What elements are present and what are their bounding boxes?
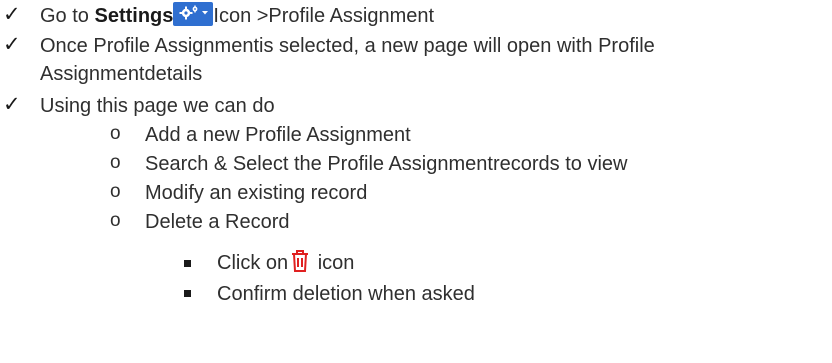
settings-label: Settings [94, 5, 174, 27]
sub-list-item: Search & Select the Profile Assignmentre… [145, 152, 627, 176]
item-text-line1: Once Profile Assignmentis selected, a ne… [40, 35, 655, 57]
sub-list-item: Add a new Profile Assignment [145, 123, 411, 147]
click-on-text: Click on [217, 252, 289, 274]
sub-item-text: Search & Select the Profile Assignmentre… [145, 153, 628, 175]
sub-list-item: Delete a Record [145, 210, 290, 234]
checkmark-icon: ✓ [3, 92, 21, 116]
list-item-continuation: Assignmentdetails [40, 62, 202, 86]
icon-word: icon [317, 252, 355, 274]
sub-bullet-icon: o [110, 181, 121, 202]
delete-step: Confirm deletion when asked [217, 282, 475, 306]
list-item: Go to Settings Icon >Profile Assignment [40, 2, 435, 28]
sub-item-text: Add a new Profile Assignment [145, 124, 411, 146]
item-text: Using this page we can do [40, 95, 275, 117]
list-item: Using this page we can do [40, 94, 275, 118]
item-text-prefix: Go to [40, 5, 95, 27]
settings-gear-dropdown-icon [173, 2, 214, 26]
document-page: ✓ Go to Settings Icon >Profile Assignmen… [0, 0, 832, 363]
square-bullet-icon [184, 260, 191, 267]
sub-list-item: Modify an existing record [145, 181, 367, 205]
item-text-suffix: Icon >Profile Assignment [213, 5, 435, 27]
checkmark-icon: ✓ [3, 2, 21, 26]
confirm-text: Confirm deletion when asked [217, 283, 475, 305]
checkmark-icon: ✓ [3, 32, 21, 56]
item-text-line2: Assignmentdetails [40, 63, 203, 85]
delete-step: Click on icon [217, 250, 355, 275]
square-bullet-icon [184, 290, 191, 297]
sub-bullet-icon: o [110, 123, 121, 144]
list-item: Once Profile Assignmentis selected, a ne… [40, 34, 655, 58]
trash-icon [288, 247, 312, 275]
sub-item-text: Modify an existing record [145, 182, 368, 204]
sub-bullet-icon: o [110, 152, 121, 173]
sub-bullet-icon: o [110, 210, 121, 231]
sub-item-text: Delete a Record [145, 211, 290, 233]
